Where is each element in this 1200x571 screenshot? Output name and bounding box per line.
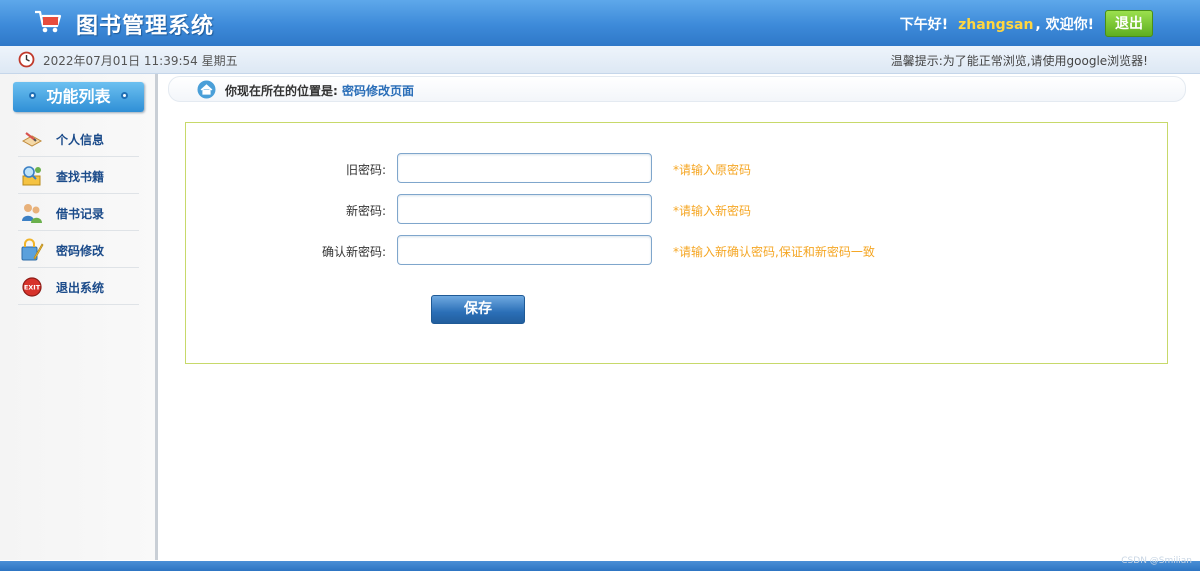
breadcrumb-text: 你现在所在的位置是: 密码修改页面 (225, 82, 414, 99)
sidebar-item-exit-system[interactable]: EXIT 退出系统 (18, 268, 139, 305)
app-title: 图书管理系统 (76, 14, 215, 39)
borrow-records-icon (22, 204, 42, 223)
welcome-label: , 欢迎你! (1035, 17, 1094, 33)
new-password-hint: *请输入新密码 (673, 204, 752, 218)
greeting-label: 下午好! (899, 17, 949, 33)
logout-button[interactable]: 退出 (1105, 10, 1153, 37)
confirm-password-hint: *请输入新确认密码,保证和新密码一致 (673, 245, 875, 259)
header-bar: 图书管理系统 下午好! zhangsan, 欢迎你! 退出 (0, 0, 1200, 46)
sidebar-item-label: 个人信息 (56, 133, 105, 147)
sidebar-item-label: 密码修改 (56, 244, 105, 258)
sidebar-item-change-password[interactable]: 密码修改 (18, 231, 139, 268)
new-password-input[interactable] (397, 194, 652, 224)
old-password-hint: *请输入原密码 (673, 163, 752, 177)
personal-info-icon (21, 132, 43, 147)
greeting-text: 下午好! zhangsan, 欢迎你! (900, 14, 1094, 34)
old-password-input[interactable] (397, 153, 652, 183)
menu-list: 个人信息 查找书籍 借书记录 密码修改 EXIT 退出系统 (18, 120, 139, 305)
home-icon (197, 80, 216, 99)
footer-bar (0, 561, 1200, 571)
sidebar-item-label: 借书记录 (56, 207, 105, 221)
sidebar: 功能列表 个人信息 查找书籍 借书记录 密码修改 EXIT 退出系统 (0, 74, 158, 560)
exit-icon: EXIT (22, 277, 42, 297)
svg-text:EXIT: EXIT (24, 284, 41, 292)
menu-title-label: 功能列表 (46, 87, 111, 106)
browser-tip: 温馨提示:为了能正常浏览,请使用google浏览器! (890, 54, 1148, 68)
old-password-label: 旧密码: (345, 163, 386, 177)
breadcrumb: 你现在所在的位置是: 密码修改页面 (168, 76, 1186, 102)
sidebar-item-borrow-records[interactable]: 借书记录 (18, 194, 139, 231)
password-form-panel: 旧密码: *请输入原密码 新密码: *请输入新密码 确认新密码: *请输入新确认… (185, 122, 1168, 364)
breadcrumb-prefix: 你现在所在的位置是: (225, 84, 338, 98)
confirm-password-label: 确认新密码: (321, 245, 386, 259)
username: zhangsan (958, 17, 1034, 33)
breadcrumb-current[interactable]: 密码修改页面 (342, 84, 414, 98)
clock-icon (18, 51, 35, 68)
change-password-icon (21, 238, 44, 261)
bullet-icon (29, 92, 36, 99)
bullet-icon (121, 92, 128, 99)
new-password-label: 新密码: (345, 204, 386, 218)
sidebar-item-search-books[interactable]: 查找书籍 (18, 157, 139, 194)
sidebar-item-label: 退出系统 (56, 281, 105, 295)
watermark: CSDN @Smilian (1121, 556, 1192, 566)
sidebar-item-personal-info[interactable]: 个人信息 (18, 120, 139, 157)
sidebar-item-label: 查找书籍 (56, 170, 105, 184)
confirm-password-input[interactable] (397, 235, 652, 265)
search-books-icon (22, 166, 41, 186)
menu-title: 功能列表 (13, 82, 144, 112)
datetime-display: 2022年07月01日 11:39:54 星期五 (43, 54, 238, 68)
info-bar: 2022年07月01日 11:39:54 星期五 温馨提示:为了能正常浏览,请使… (0, 46, 1200, 74)
shopping-cart-icon (35, 10, 62, 33)
save-button[interactable]: 保存 (431, 295, 525, 324)
